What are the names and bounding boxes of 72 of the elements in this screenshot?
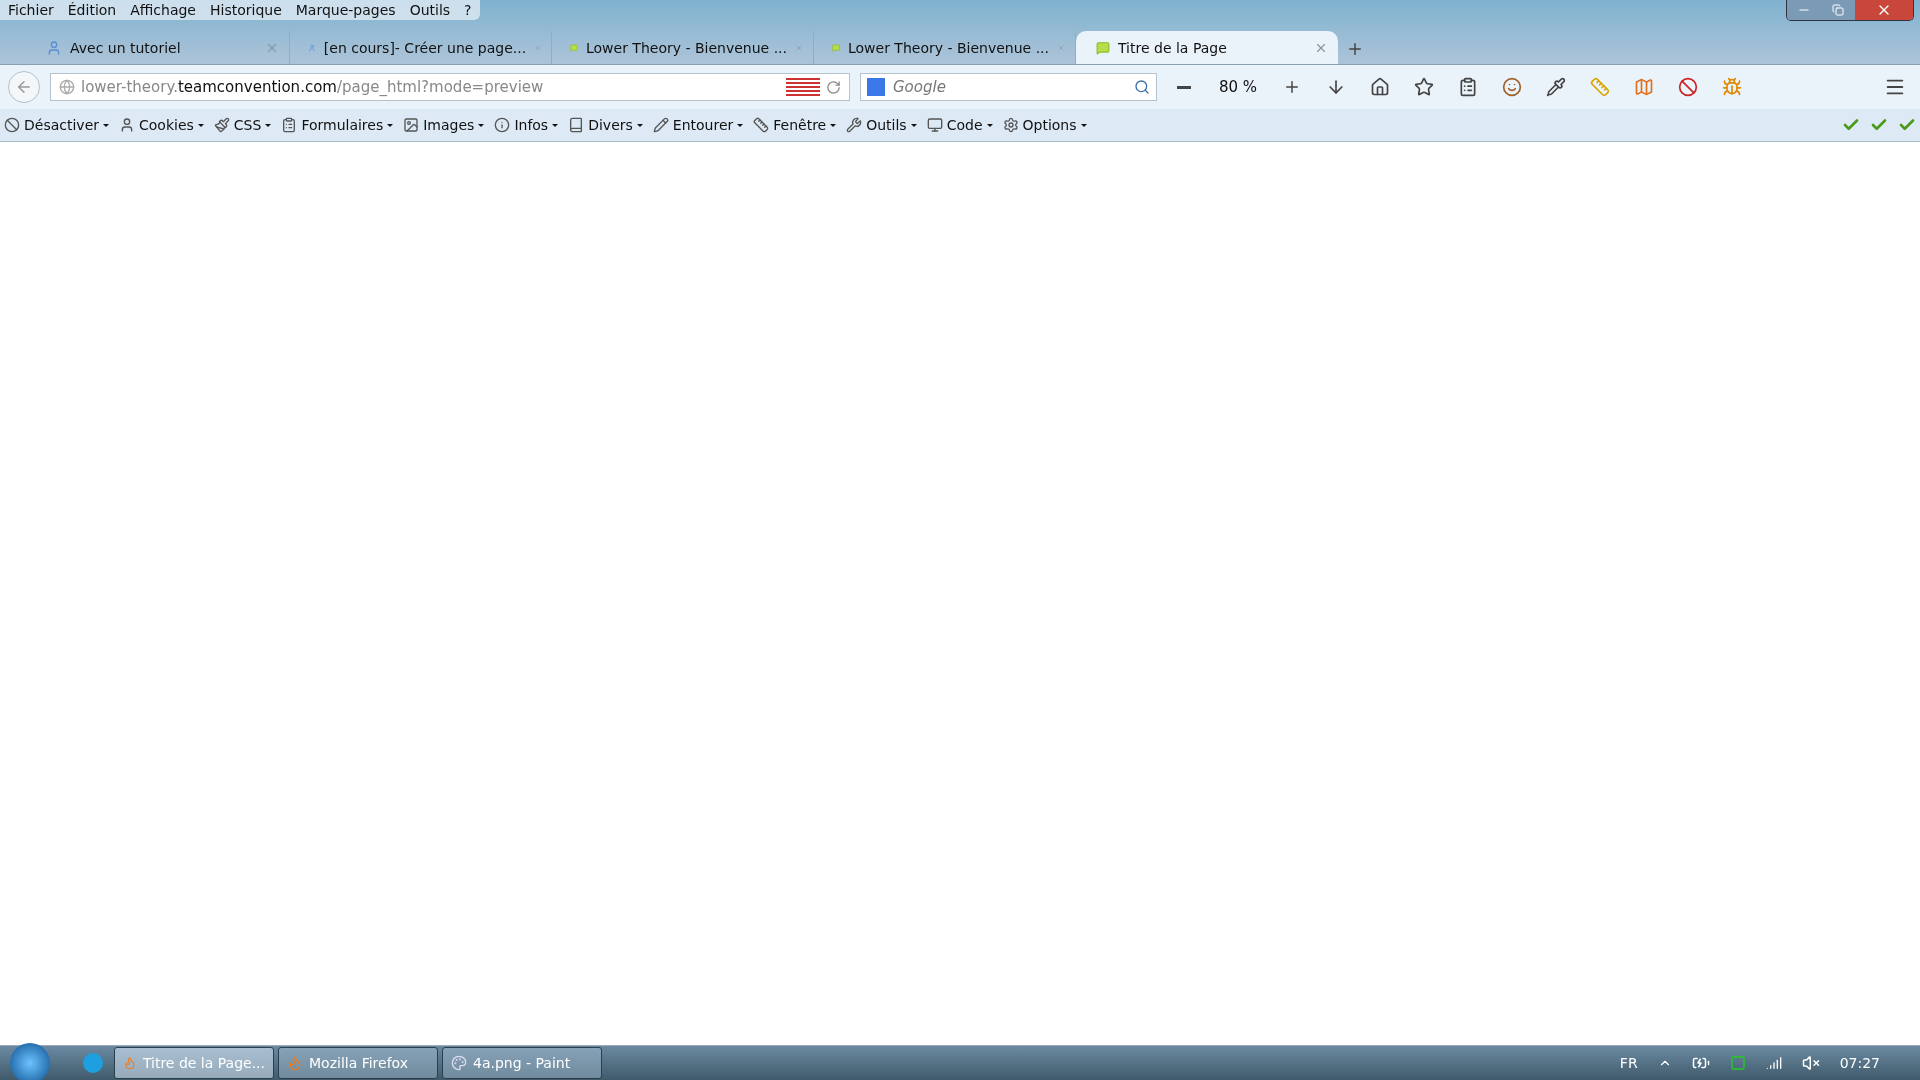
search-field[interactable]: Google <box>891 77 1128 97</box>
toolbar-menu[interactable]: CSS <box>213 117 272 133</box>
face-icon <box>1502 77 1523 97</box>
toolbar-menu[interactable]: Désactiver <box>4 117 109 133</box>
menu-item[interactable]: Marque-pages <box>295 2 396 18</box>
search-bar[interactable]: Google <box>860 73 1157 101</box>
clipboard-icon <box>1458 77 1479 97</box>
ruler-icon <box>753 117 770 133</box>
no-entry-icon <box>4 117 20 133</box>
plus-icon <box>1346 40 1364 58</box>
toolbar-menu[interactable]: Cookies <box>119 117 204 133</box>
eyedropper-icon <box>1546 77 1567 97</box>
restore-icon <box>1832 4 1844 16</box>
menu-item[interactable]: Outils <box>409 2 451 18</box>
toolbar-menu[interactable]: Divers <box>568 117 643 133</box>
signal-icon[interactable] <box>1765 1055 1782 1071</box>
image-icon <box>403 117 420 133</box>
muted-speaker-icon[interactable] <box>1801 1054 1820 1072</box>
back-icon <box>15 78 33 96</box>
address-bar[interactable]: lower-theory.teamconvention.com/page_html?mode=preview <box>50 73 850 101</box>
pencil-icon <box>652 117 669 133</box>
minus-icon <box>1177 85 1191 89</box>
chat-app-icon <box>83 1053 103 1073</box>
toolbar-menu[interactable]: Images <box>403 117 485 133</box>
browser-tab[interactable]: Titre de la Page <box>1076 31 1338 64</box>
start-button[interactable] <box>10 1043 50 1080</box>
home-icon <box>1370 77 1391 97</box>
search-icon[interactable] <box>1134 79 1150 95</box>
menu-item[interactable]: Affichage <box>130 2 196 18</box>
menu-item[interactable]: Édition <box>67 2 117 18</box>
info-icon <box>494 117 511 133</box>
zoom-level[interactable]: 80 % <box>1211 78 1266 96</box>
toolbar-menu[interactable]: Entourer <box>652 117 744 133</box>
restore-button[interactable] <box>1821 0 1855 20</box>
browser-tab[interactable]: [en cours]- Créer une page... <box>290 31 552 64</box>
minimize-button[interactable] <box>1787 0 1821 20</box>
gear-icon <box>1002 117 1019 133</box>
user-icon <box>46 39 62 56</box>
brush-icon <box>213 117 230 133</box>
user-icon <box>119 117 135 133</box>
browser-tab[interactable]: Lower Theory - Bienvenue ... <box>552 31 814 64</box>
toolbar-menu[interactable]: Outils <box>846 117 917 133</box>
book-icon <box>568 117 585 133</box>
bug-icon <box>1722 77 1743 97</box>
toolbar-menu[interactable]: Options <box>1002 117 1087 133</box>
close-button[interactable] <box>1855 0 1913 20</box>
toolbar-menu[interactable]: Infos <box>494 117 559 133</box>
wrench-icon <box>846 117 863 133</box>
monitor-icon <box>926 117 943 133</box>
flame-icon <box>123 1055 137 1071</box>
flag-icon[interactable] <box>786 78 820 96</box>
globe-icon <box>59 79 75 95</box>
toolbar-menu[interactable]: Fenêtre <box>753 117 837 133</box>
back-button[interactable] <box>8 71 40 103</box>
stop-sign-icon <box>1678 77 1699 97</box>
menu-item[interactable]: ? <box>464 2 472 18</box>
map-icon <box>1634 77 1655 97</box>
toolbar-menu[interactable]: Formulaires <box>281 117 394 133</box>
palette-icon <box>451 1055 467 1071</box>
menu-item[interactable]: Fichier <box>8 2 54 18</box>
clock[interactable]: 07:27 <box>1839 1055 1880 1071</box>
browser-tab[interactable]: Avec un tutoriel <box>28 31 290 64</box>
clipboard-icon <box>281 117 298 133</box>
flame-icon <box>287 1055 303 1071</box>
toolbar-menu[interactable]: Code <box>926 117 993 133</box>
speech-bubble-icon <box>1096 40 1110 55</box>
language-indicator[interactable]: FR <box>1619 1055 1638 1071</box>
star-icon <box>1414 77 1435 97</box>
menu-item[interactable]: Historique <box>210 2 282 18</box>
meter-icon[interactable] <box>1729 1055 1746 1071</box>
ruler-icon <box>1590 77 1611 97</box>
reload-icon[interactable] <box>826 79 841 95</box>
